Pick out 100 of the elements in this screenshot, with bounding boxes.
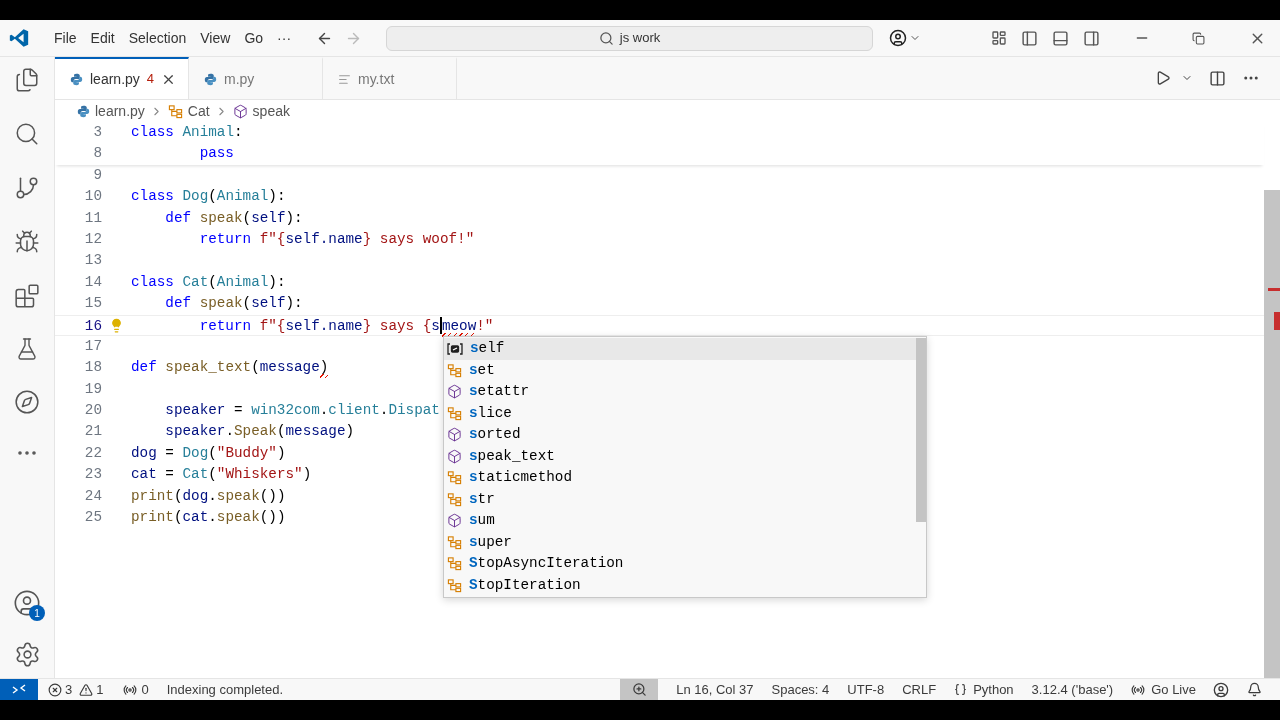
source-control-icon[interactable]	[14, 175, 40, 201]
class-icon	[447, 556, 462, 572]
status-item[interactable]: CRLF	[893, 679, 946, 700]
code-line: cat = Cat("Whiskers")	[131, 465, 312, 485]
run-debug-icon[interactable]	[14, 229, 40, 255]
code-line: def speak(self):	[164, 208, 303, 228]
status-item[interactable]: 3.12.4 ('base')	[1022, 679, 1123, 700]
line-number: 12	[83, 229, 102, 249]
menu-item[interactable]: Edit	[83, 27, 122, 49]
panel-bottom-icon[interactable]	[1052, 29, 1069, 47]
status-item[interactable]: UTF-8	[838, 679, 894, 700]
line-number: 23	[83, 465, 102, 485]
line-number: 14	[83, 272, 102, 292]
code-line: dog = Dog("Buddy")	[131, 443, 286, 463]
suggestion-item[interactable]: set	[444, 359, 916, 381]
code-line: speaker.Speak(message)	[164, 422, 355, 442]
suggestion-item[interactable]: StopIteration	[444, 574, 916, 596]
cube-icon	[447, 427, 462, 443]
suggestion-item[interactable]: slice	[444, 402, 916, 424]
suggestion-item[interactable]: str	[444, 488, 916, 510]
suggestion-item[interactable]: setattr	[444, 381, 916, 403]
line-number: 10	[83, 187, 102, 207]
tab-label: m.py	[224, 69, 255, 89]
status-item[interactable]: Ln 16, Col 37	[667, 679, 763, 700]
notification-badge: 1	[29, 605, 45, 621]
suggestion-scrollbar[interactable]	[916, 338, 926, 522]
suggestion-item[interactable]: sum	[444, 510, 916, 532]
remote-button[interactable]	[0, 679, 38, 700]
class-icon	[447, 362, 462, 378]
status-message: Indexing completed.	[166, 680, 284, 699]
search-icon	[598, 30, 614, 46]
menu-item[interactable]: Go	[237, 27, 271, 49]
menu-item[interactable]: File	[47, 27, 84, 49]
breadcrumb-item[interactable]: Cat	[187, 100, 210, 122]
editor-tab[interactable]: learn.py 4	[55, 57, 189, 99]
extensions-icon[interactable]	[14, 283, 40, 309]
line-number: 11	[83, 208, 102, 228]
menu-item[interactable]: View	[193, 27, 238, 49]
problems-button[interactable]: 3 1	[48, 679, 104, 700]
class-icon	[447, 470, 462, 486]
suggestion-item[interactable]: StopAsyncIteration	[444, 553, 916, 575]
line-number: 22	[83, 443, 102, 463]
error-icon	[48, 682, 62, 697]
breadcrumb-item[interactable]: learn.py	[95, 100, 145, 122]
variable-icon	[447, 341, 463, 356]
split-editor-icon[interactable]	[1209, 69, 1226, 87]
class-icon	[167, 103, 183, 119]
line-number: 9	[92, 165, 102, 185]
code-line: class Cat(Animal):	[131, 272, 286, 292]
panel-right-icon[interactable]	[1083, 29, 1100, 47]
python-file-icon	[70, 72, 83, 86]
broadcast-icon	[1131, 682, 1146, 697]
class-icon	[447, 491, 462, 507]
line-number: 18	[83, 358, 102, 378]
code-line: return f"{self.name} says {s meow!"	[131, 315, 494, 335]
accounts-icon[interactable]	[13, 589, 41, 617]
suggestion-item[interactable]: sorted	[444, 424, 916, 446]
cube-icon	[232, 103, 248, 119]
line-number: 3	[92, 123, 102, 142]
cube-icon	[447, 384, 462, 400]
line-number: 15	[83, 294, 102, 314]
search-field[interactable]: js work	[386, 25, 874, 51]
zoom-button[interactable]	[620, 679, 659, 700]
tab-label: learn.py	[90, 69, 140, 89]
explorer-icon[interactable]	[14, 67, 40, 93]
line-number: 8	[92, 144, 102, 164]
breadcrumb-item[interactable]: speak	[252, 100, 290, 122]
line-number: 21	[83, 422, 102, 442]
compass-icon[interactable]	[14, 389, 40, 415]
class-icon	[447, 577, 462, 593]
suggestion-item[interactable]: staticmethod	[444, 467, 916, 489]
restore-icon[interactable]	[1192, 31, 1205, 45]
run-icon[interactable]	[1155, 70, 1171, 86]
search-value: js work	[619, 29, 661, 48]
layout-icon[interactable]	[991, 30, 1007, 46]
tab-label: my.txt	[358, 69, 395, 89]
notifications-icon[interactable]	[1247, 682, 1262, 697]
code-line: def speak(self):	[164, 294, 303, 314]
warning-icon	[79, 682, 94, 697]
line-number: 19	[83, 379, 102, 399]
cube-icon	[447, 513, 462, 529]
status-item[interactable]: Python	[945, 679, 1023, 700]
app-logo-icon	[9, 28, 29, 48]
search-icon[interactable]	[14, 121, 40, 147]
code-line: def speak_text(message)	[131, 357, 329, 379]
scrollbar-thumb[interactable]	[1264, 190, 1280, 678]
suggestion-item[interactable]: self	[444, 338, 916, 360]
remote-icon	[12, 683, 26, 696]
status-item[interactable]: Spaces: 4	[762, 679, 839, 700]
menu-item[interactable]: Selection	[121, 27, 194, 49]
python-file-icon	[204, 72, 217, 86]
ports-button[interactable]: 0	[123, 679, 149, 700]
panel-left-icon[interactable]	[1021, 29, 1038, 47]
class-icon	[447, 405, 462, 421]
suggestion-item[interactable]: speak_text	[444, 445, 916, 467]
menu-item[interactable]: ···	[270, 27, 299, 49]
suggestion-item[interactable]: super	[444, 531, 916, 553]
status-item[interactable]: Go Live	[1122, 679, 1205, 700]
zoom-icon	[631, 682, 647, 697]
testing-icon[interactable]	[15, 337, 39, 361]
